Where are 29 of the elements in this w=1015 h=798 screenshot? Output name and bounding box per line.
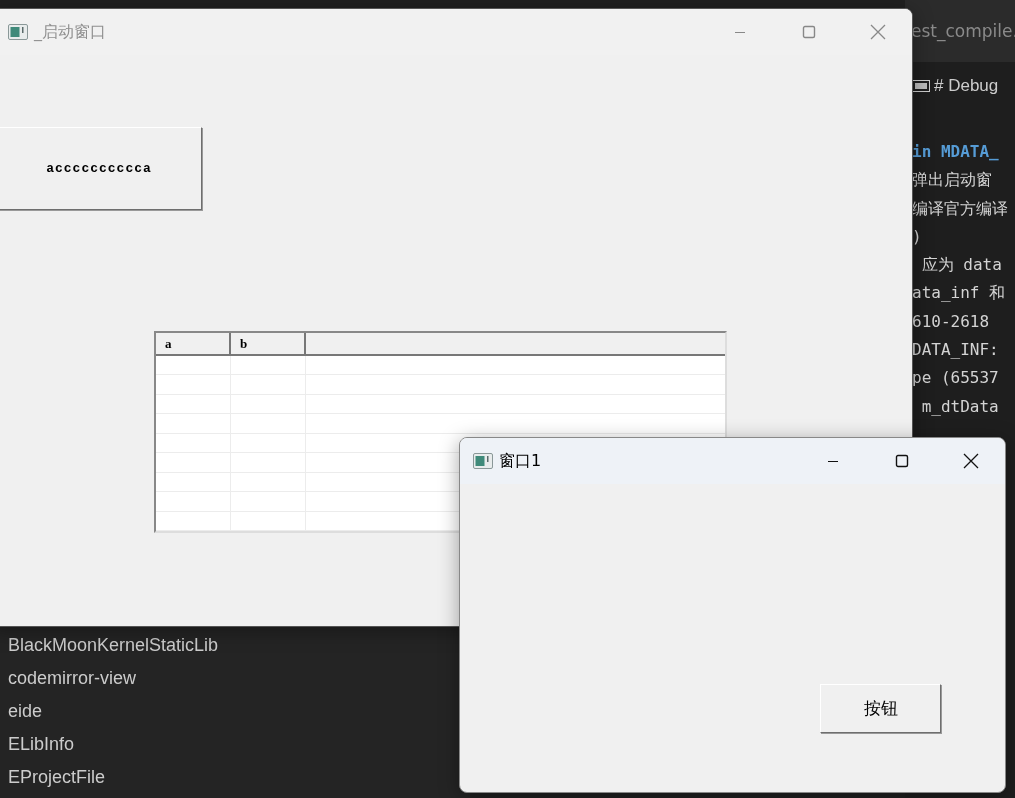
close-icon [869, 24, 886, 40]
folder-item[interactable]: ELibInfo [0, 730, 75, 763]
window-icon [8, 24, 28, 40]
close-icon [962, 453, 979, 469]
code-line: 编译官方编译 [912, 197, 1009, 220]
folder-item[interactable]: eide [0, 697, 43, 730]
code-line: pe (65537 [912, 367, 1000, 390]
code-line: ata_inf 和 [912, 282, 1007, 305]
window-icon [473, 453, 493, 469]
code-line: DATA_INF: [912, 339, 1000, 362]
window-title: _启动窗口 [34, 21, 106, 43]
maximize-icon [801, 25, 816, 39]
folder-item[interactable]: EProjectFile [0, 763, 106, 796]
window-title: 窗口1 [499, 450, 542, 472]
code-line: 610-2618 [912, 310, 991, 333]
code-line: ) [912, 225, 923, 248]
column-header[interactable]: b [231, 333, 306, 354]
text-symbol-icon [912, 80, 930, 92]
maximize-icon [894, 454, 909, 468]
folder-item[interactable]: BlackMoonKernelStaticLib [0, 631, 219, 664]
folder-item[interactable]: codemirror-view [0, 664, 137, 697]
code-line: 弹出启动窗 [912, 169, 993, 192]
code-line: 应为 data [920, 254, 1003, 277]
push-button[interactable]: acccccccccca [0, 127, 202, 210]
push-button[interactable]: 按钮 [820, 684, 941, 733]
column-header[interactable]: a [156, 333, 231, 354]
code-line: in MDATA_ [912, 141, 1000, 163]
code-line: m_dtData [920, 395, 1000, 418]
breadcrumb[interactable]: # Debug [934, 76, 999, 96]
